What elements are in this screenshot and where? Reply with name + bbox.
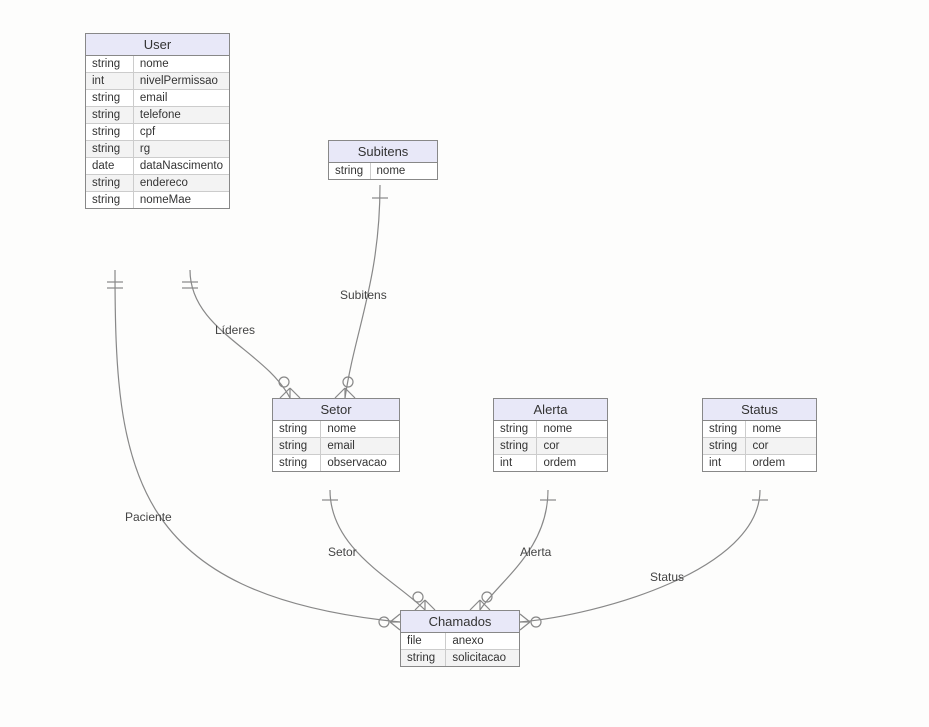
entity-attrs: stringnome xyxy=(329,163,437,179)
entity-chamados[interactable]: Chamados fileanexo stringsolicitacao xyxy=(400,610,520,667)
rel-label-status: Status xyxy=(650,570,684,584)
rel-label-subitens: Subitens xyxy=(340,288,387,302)
entity-title: Subitens xyxy=(329,141,437,163)
entity-setor[interactable]: Setor stringnome stringemail stringobser… xyxy=(272,398,400,472)
entity-user[interactable]: User stringnome intnivelPermissao string… xyxy=(85,33,230,209)
entity-title: Alerta xyxy=(494,399,607,421)
entity-alerta[interactable]: Alerta stringnome stringcor intordem xyxy=(493,398,608,472)
rel-label-alerta: Alerta xyxy=(520,545,551,559)
entity-status[interactable]: Status stringnome stringcor intordem xyxy=(702,398,817,472)
entity-title: Setor xyxy=(273,399,399,421)
entity-attrs: stringnome stringemail stringobservacao xyxy=(273,421,399,471)
entity-attrs: stringnome stringcor intordem xyxy=(494,421,607,471)
entity-title: Chamados xyxy=(401,611,519,633)
rel-label-paciente: Paciente xyxy=(125,510,172,524)
entity-attrs: stringnome stringcor intordem xyxy=(703,421,816,471)
rel-label-setor: Setor xyxy=(328,545,357,559)
entity-title: Status xyxy=(703,399,816,421)
entity-title: User xyxy=(86,34,229,56)
entity-attrs: stringnome intnivelPermissao stringemail… xyxy=(86,56,229,208)
rel-label-lideres: Líderes xyxy=(215,323,255,337)
entity-attrs: fileanexo stringsolicitacao xyxy=(401,633,519,666)
entity-subitens[interactable]: Subitens stringnome xyxy=(328,140,438,180)
